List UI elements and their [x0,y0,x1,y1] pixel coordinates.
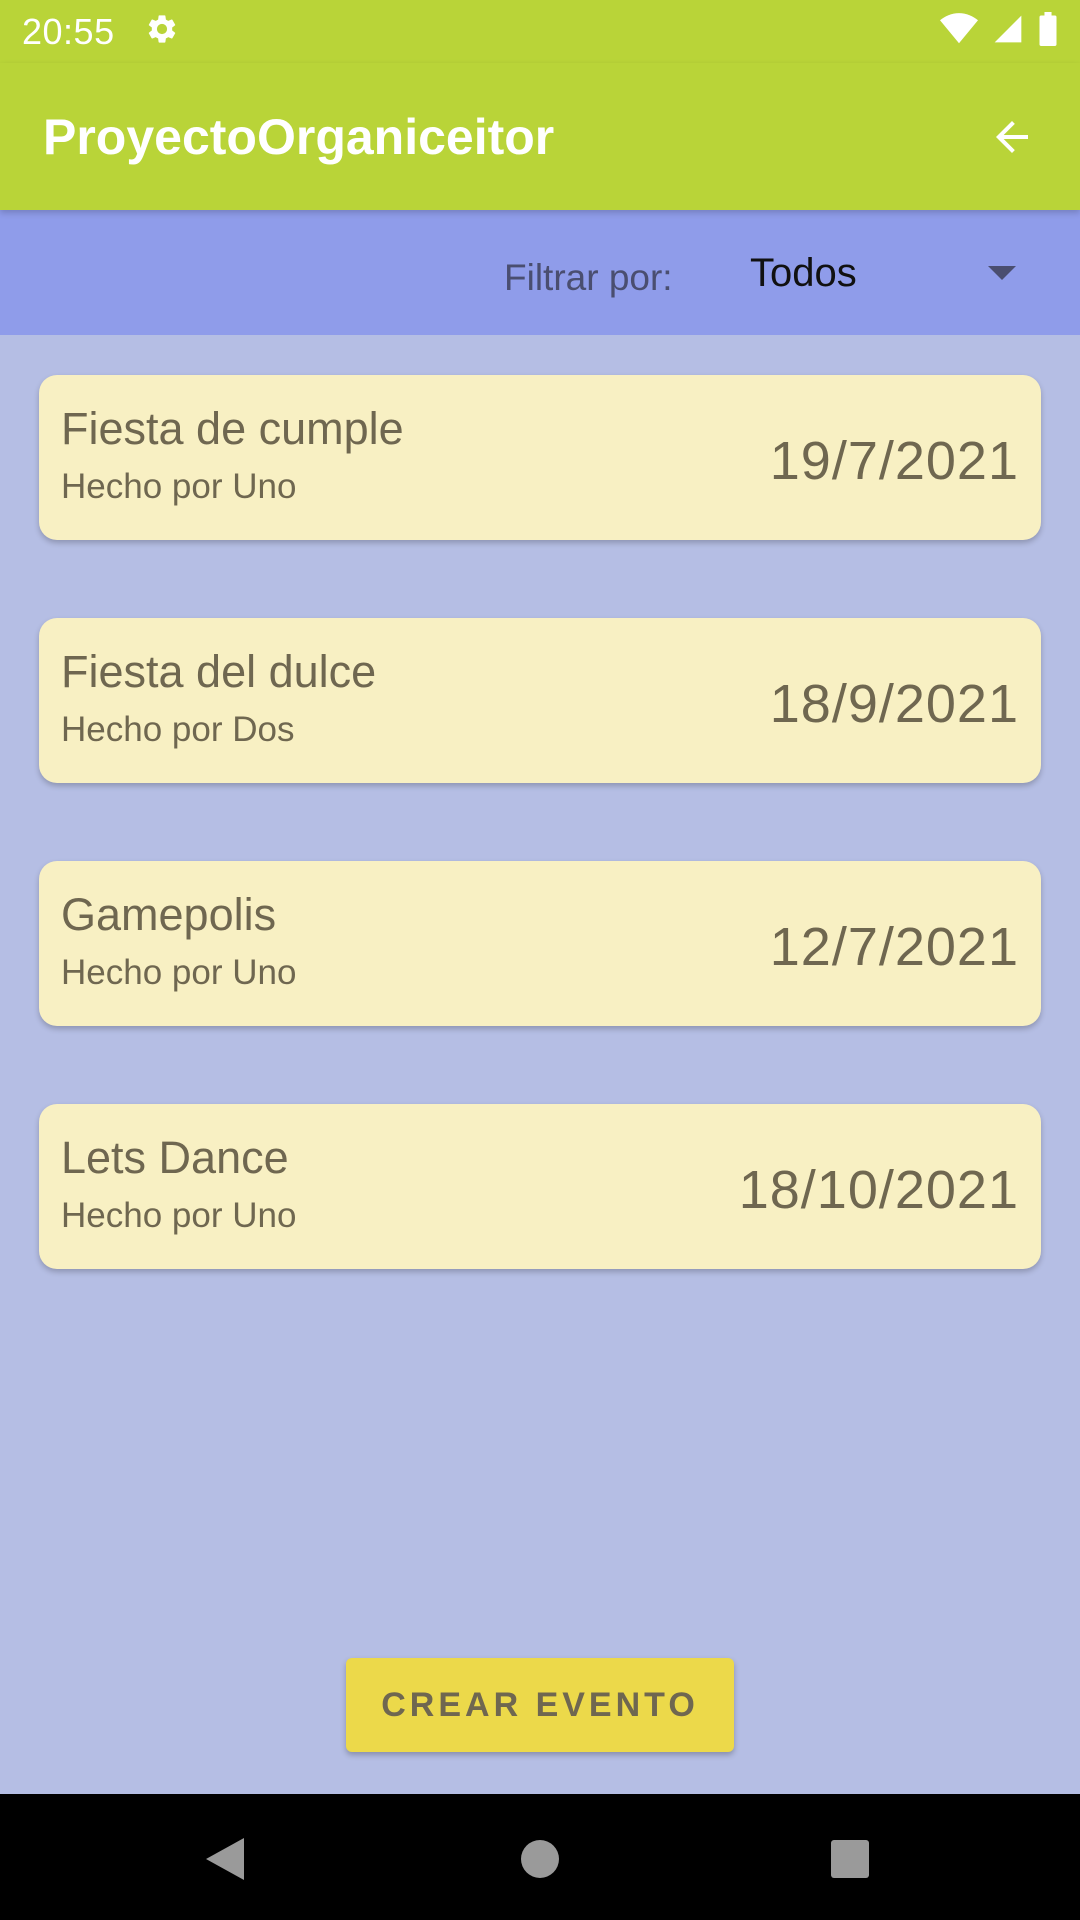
status-right [940,12,1058,51]
settings-icon [145,12,179,51]
app-title: ProyectoOrganiceitor [43,108,555,165]
event-name: Fiesta de cumple [61,403,404,454]
app-bar: ProyectoOrganiceitor [0,63,1080,210]
event-list: Fiesta de cumple Hecho por Uno 19/7/2021… [39,375,1041,1347]
event-card[interactable]: Fiesta de cumple Hecho por Uno 19/7/2021 [39,375,1041,540]
event-name: Gamepolis [61,889,277,940]
event-card[interactable]: Fiesta del dulce Hecho por Dos 18/9/2021 [39,618,1041,783]
event-name: Fiesta del dulce [61,646,377,697]
event-author: Hecho por Dos [61,710,295,749]
event-date: 18/10/2021 [738,1160,1019,1220]
filter-spinner[interactable]: Todos [750,238,1040,308]
filter-label: Filtrar por: [504,257,673,298]
event-date: 18/9/2021 [769,674,1019,734]
filter-selected-value: Todos [750,250,857,295]
arrow-back-icon[interactable] [984,109,1040,165]
event-date: 19/7/2021 [769,431,1019,491]
wifi-icon [940,13,978,50]
dropdown-arrow-icon [988,266,1016,280]
status-time: 20:55 [22,10,115,52]
status-bar: 20:55 [0,0,1080,63]
signal-icon [992,13,1024,50]
event-author: Hecho por Uno [61,467,297,506]
event-date: 12/7/2021 [769,917,1019,977]
recents-square-icon[interactable] [820,1829,880,1889]
home-circle-icon[interactable] [510,1829,570,1889]
event-card[interactable]: Lets Dance Hecho por Uno 18/10/2021 [39,1104,1041,1269]
event-card[interactable]: Gamepolis Hecho por Uno 12/7/2021 [39,861,1041,1026]
back-triangle-icon[interactable] [195,1829,255,1889]
navigation-bar [0,1794,1080,1920]
battery-icon [1038,12,1058,51]
event-author: Hecho por Uno [61,953,297,992]
screen: 20:55 ProyectoOrganiceitor Filtrar por: … [0,0,1080,1920]
event-name: Lets Dance [61,1132,289,1183]
create-event-button[interactable]: CREAR EVENTO [346,1658,734,1752]
event-author: Hecho por Uno [61,1196,297,1235]
status-left: 20:55 [22,11,179,53]
filter-bar: Filtrar por: Todos [0,210,1080,335]
